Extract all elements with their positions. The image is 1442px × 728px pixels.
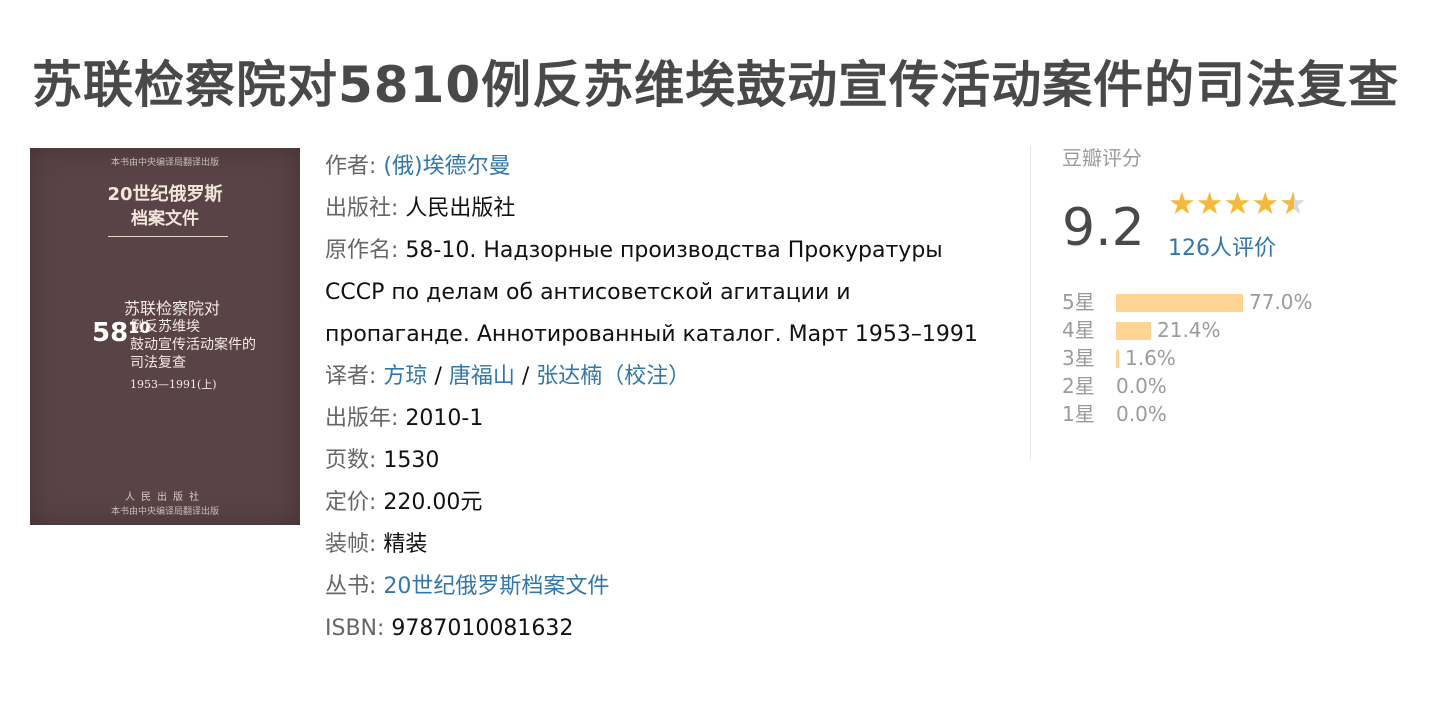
binding-value: 精装 <box>383 532 428 557</box>
cover-main-line3: 鼓动宣传活动案件的 <box>130 337 256 353</box>
rating-score: 9.2 <box>1062 198 1145 258</box>
rating-row-label: 3星 <box>1062 346 1095 370</box>
original-title-label: 原作名: <box>325 238 399 263</box>
rating-row: 4星 21.4% <box>1062 316 1313 344</box>
binding-label: 装帧: <box>325 532 377 557</box>
rating-row: 3星 1.6% <box>1062 344 1313 372</box>
page-title: 苏联检察院对5810例反苏维埃鼓动宣传活动案件的司法复查 <box>32 56 1400 114</box>
original-title-value: 58-10. Надзорные производства Прокуратур… <box>325 238 978 347</box>
rating-row: 5星 77.0% <box>1062 288 1313 316</box>
info-series: 丛书: 20世纪俄罗斯档案文件 <box>325 566 995 608</box>
series-link[interactable]: 20世纪俄罗斯档案文件 <box>383 574 609 599</box>
info-translators: 译者: 方琼 / 唐福山 / 张达楠（校注） <box>325 356 995 398</box>
rating-bar <box>1116 294 1243 312</box>
price-label: 定价: <box>325 490 377 515</box>
cover-main-line1: 苏联检察院对 <box>124 299 221 318</box>
pages-value: 1530 <box>383 448 440 473</box>
rating-row-percent: 21.4% <box>1157 318 1221 342</box>
cover-main-line2: 例反苏维埃 <box>130 319 200 335</box>
star-icon: ★ <box>1223 186 1252 222</box>
rating-row-percent: 77.0% <box>1249 290 1313 314</box>
cover-bottom-note: 本书由中央编译局翻译出版 <box>110 507 219 517</box>
cover-years: 1953—1991(上) <box>130 378 217 391</box>
isbn-label: ISBN: <box>325 616 385 641</box>
rating-header: 豆瓣评分 <box>1062 146 1142 170</box>
info-pages: 页数: 1530 <box>325 440 995 482</box>
star-icon: ★ <box>1195 186 1224 222</box>
rating-row: 2星 0.0% <box>1062 372 1313 400</box>
rating-row-label: 5星 <box>1062 290 1095 314</box>
cover-main-line4: 司法复查 <box>130 355 186 371</box>
rating-row-percent: 1.6% <box>1125 346 1176 370</box>
star-icon: ★ <box>1168 186 1196 222</box>
cover-divider <box>108 236 228 237</box>
info-price: 定价: 220.00元 <box>325 482 995 524</box>
info-publisher: 出版社: 人民出版社 <box>325 188 995 230</box>
info-author: 作者: (俄)埃德尔曼 <box>325 146 995 188</box>
cover-publisher-logo: 人民出版社 <box>125 492 205 503</box>
info-binding: 装帧: 精装 <box>325 524 995 566</box>
rating-panel: 豆瓣评分 9.2 ★★★★★ ★ 126人评价 5星 77.0% 4星 21.4% 3… <box>1062 142 1422 426</box>
translator-link[interactable]: 唐福山 <box>449 364 515 389</box>
rating-row: 1星 0.0% <box>1062 400 1313 428</box>
info-isbn: ISBN: 9787010081632 <box>325 608 995 650</box>
publisher-label: 出版社: <box>325 196 399 221</box>
pubdate-label: 出版年: <box>325 406 399 431</box>
cover-series-line1: 20世纪俄罗斯 <box>107 184 223 205</box>
section-divider <box>1030 146 1031 460</box>
price-value: 220.00元 <box>383 490 483 515</box>
rating-row-label: 2星 <box>1062 374 1095 398</box>
half-star-icon: ★ ★ <box>1279 186 1307 222</box>
publisher-value: 人民出版社 <box>405 196 516 221</box>
rating-row-percent: 0.0% <box>1116 402 1167 426</box>
translator-separator: / <box>521 364 530 389</box>
cover-main-title: 苏联检察院对 例反苏维埃 鼓动宣传活动案件的 司法复查 1953—1991(上) <box>122 300 256 394</box>
rating-row-label: 1星 <box>1062 402 1095 426</box>
cover-series-line2: 档案文件 <box>131 209 199 229</box>
translator-link[interactable]: 方琼 <box>383 364 427 389</box>
translator-label: 译者: <box>325 364 377 389</box>
rating-bar <box>1116 350 1119 368</box>
translator-link[interactable]: 张达楠（校注） <box>536 364 690 389</box>
rating-count-link[interactable]: 126人评价 <box>1168 230 1276 262</box>
rating-row-percent: 0.0% <box>1116 374 1167 398</box>
translator-separator: / <box>434 364 442 389</box>
cover-series-title: 20世纪俄罗斯 档案文件 <box>30 183 300 231</box>
book-info: 作者: (俄)埃德尔曼 出版社: 人民出版社 原作名: 58-10. Надзо… <box>325 146 995 650</box>
rating-stars: ★★★★★ ★ <box>1168 188 1307 220</box>
series-label: 丛书: <box>325 574 377 599</box>
pages-label: 页数: <box>325 448 377 473</box>
info-original-title: 原作名: 58-10. Надзорные производства Проку… <box>325 230 995 356</box>
info-pubdate: 出版年: 2010-1 <box>325 398 995 440</box>
rating-row-label: 4星 <box>1062 318 1095 342</box>
cover-top-note: 本书由中央编译局翻译出版 <box>110 158 219 168</box>
rating-distribution: 5星 77.0% 4星 21.4% 3星 1.6% 2星 0.0% 1星 0.0% <box>1062 288 1313 428</box>
isbn-value: 9787010081632 <box>391 616 574 641</box>
author-link[interactable]: (俄)埃德尔曼 <box>383 154 510 179</box>
book-cover-image[interactable]: 本书由中央编译局翻译出版 20世纪俄罗斯 档案文件 5810 苏联检察院对 例反… <box>30 148 300 525</box>
pubdate-value: 2010-1 <box>405 406 484 431</box>
star-icon: ★ <box>1251 186 1280 222</box>
rating-bar <box>1116 322 1151 340</box>
author-label: 作者: <box>325 154 377 179</box>
